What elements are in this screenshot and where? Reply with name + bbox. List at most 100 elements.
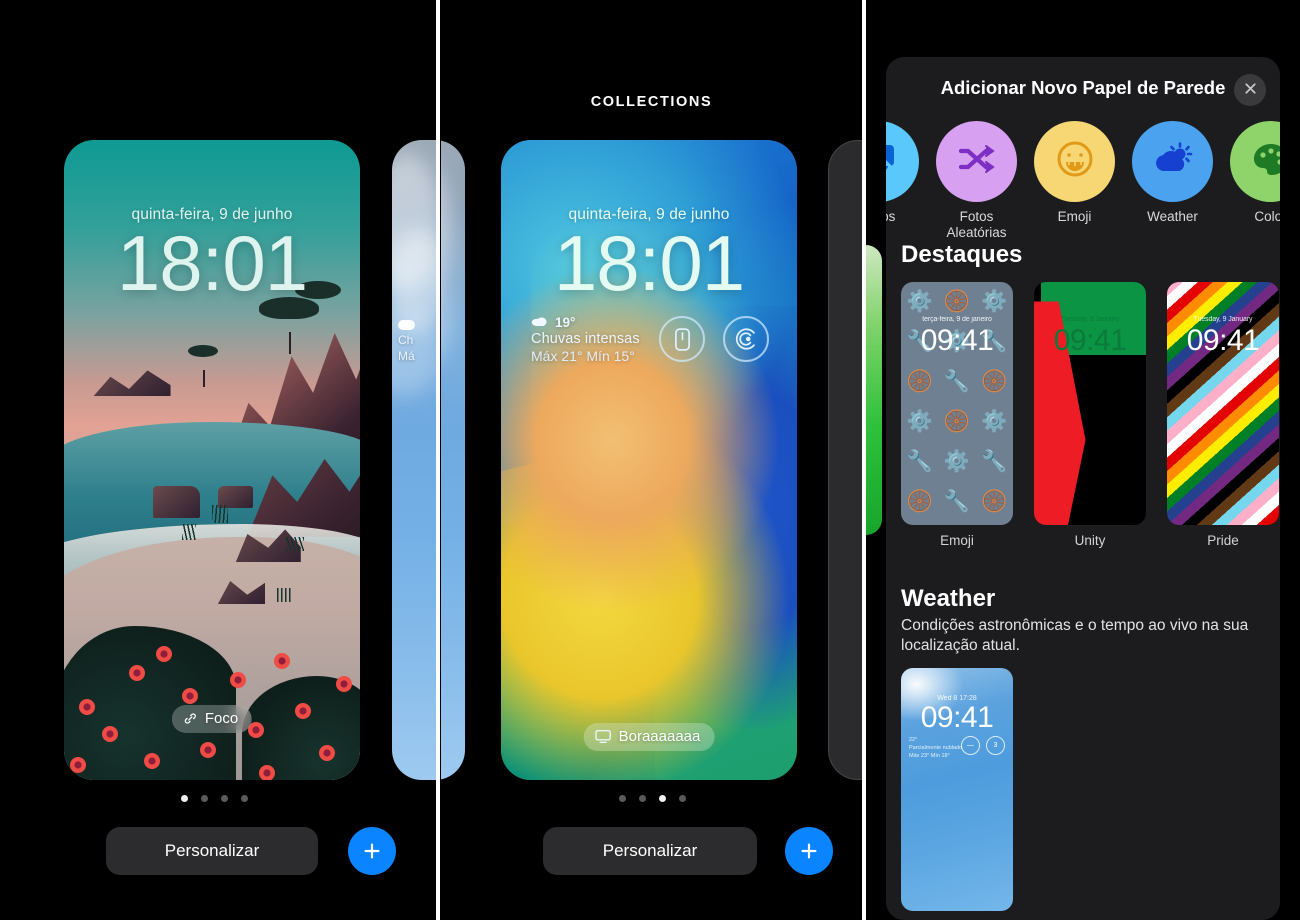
thumbnail-time: 09:41 — [1186, 324, 1260, 357]
close-button[interactable] — [1234, 74, 1266, 106]
thumbnail-date: terça-feira, 9 de janeiro — [922, 316, 992, 323]
page-dot[interactable] — [679, 795, 686, 802]
category-label: Color — [1254, 209, 1280, 224]
shuffle-icon — [956, 142, 998, 181]
sheet-title: Adicionar Novo Papel de Parede — [940, 77, 1226, 98]
lockscreen-card-coastal[interactable]: quinta-feira, 9 de junho 18:01 Foco — [64, 140, 360, 780]
category-label: Fotos — [886, 209, 896, 224]
lockscreen-widgets — [659, 316, 769, 362]
remote-icon[interactable] — [659, 316, 705, 362]
plus-icon — [361, 840, 383, 862]
sky-wallpaper-art — [392, 140, 437, 780]
add-wallpaper-button[interactable] — [348, 827, 396, 875]
thumbnail-date: Tuesday, 9 January — [1060, 316, 1120, 323]
category-row[interactable]: Fotos Fotos Aleatórias — [886, 121, 1280, 240]
weather-widget[interactable]: 19° Chuvas intensas Máx 21° Mín 15° — [531, 315, 640, 364]
weather-preview-circle-1[interactable]: — — [961, 735, 980, 755]
sleep-icon[interactable] — [723, 316, 769, 362]
customize-button[interactable]: Personalizar — [106, 827, 318, 875]
wallpaper-option-weather-preview[interactable]: Wed 8 17:28 09:41 22° Parcialmente nubla… — [901, 667, 1013, 911]
wallpaper-option-unity[interactable]: Tuesday, 9 January 09:41 Unity — [1034, 282, 1146, 548]
thumbnail-label: Pride — [1207, 533, 1239, 548]
panel-divider-2 — [862, 0, 866, 920]
focus-pill[interactable]: Foco — [171, 705, 253, 733]
weather-icon-circle — [1132, 121, 1213, 202]
section-title: Weather — [901, 585, 996, 612]
emoji-icon-circle — [1034, 121, 1115, 202]
thumbnail-preview[interactable]: Tuesday, 9 January 09:41 — [1034, 282, 1146, 525]
category-emoji[interactable]: Emoji — [1034, 121, 1115, 225]
page-dot[interactable] — [201, 795, 208, 802]
section-title: Destaques — [901, 241, 1023, 268]
weather-preview-info: 22° Parcialmente nublado Máx 23° Mín 18° — [909, 736, 962, 761]
thumbnail-label: Emoji — [940, 533, 974, 548]
photos-icon-circle — [886, 121, 919, 202]
add-wallpaper-button[interactable] — [785, 827, 833, 875]
lockscreen-time: 18:01 — [553, 219, 745, 307]
thumbnail-time: 09:41 — [920, 324, 994, 357]
weather-preview-range: Máx 23° Mín 18° — [909, 753, 950, 760]
page-dot[interactable] — [659, 795, 666, 802]
category-random-photos[interactable]: Fotos Aleatórias — [936, 121, 1017, 241]
page-dot[interactable] — [241, 795, 248, 802]
weather-preview-circle-2[interactable]: 3 — [986, 735, 1005, 755]
page-dot[interactable] — [181, 795, 188, 802]
wallpaper-peek-dark[interactable] — [828, 140, 862, 780]
wallpaper-option-emoji[interactable]: ⚙️🛞⚙️ 🔧⚙️🔧 🛞🔧🛞 ⚙️🛞⚙️ 🔧⚙️🔧 🛞🔧🛞 ⚙️🛞⚙️ terç… — [901, 282, 1013, 548]
wallpaper-option-pride[interactable]: Tuesday, 9 January 09:41 Pride — [1167, 282, 1279, 548]
wallpaper-peek-sky[interactable]: Ch Má — [392, 140, 437, 780]
peek-weather-line2: Má — [398, 349, 415, 364]
add-wallpaper-sheet: Adicionar Novo Papel de Parede s Fotos A… — [886, 57, 1280, 920]
link-icon — [183, 711, 198, 726]
screenshot-root: Ch Má quinta-feira, 9 de junho 18:01 Foc… — [0, 0, 1300, 920]
palette-icon-circle — [1230, 121, 1280, 202]
page-dot[interactable] — [221, 795, 228, 802]
peek-weather-line1: Ch — [398, 333, 414, 347]
lockscreen-card-swirl[interactable]: quinta-feira, 9 de junho 18:01 19° Chuva… — [501, 140, 797, 780]
flower-foreground — [64, 588, 360, 780]
customize-button[interactable]: Personalizar — [543, 827, 757, 875]
page-dots-middle[interactable] — [619, 795, 686, 802]
palette-icon — [1249, 139, 1280, 184]
wallpaper-peek-green — [866, 245, 882, 535]
section-destaques: Destaques ⚙️ 🛞 ⚙️ 🔧 ⚙️ 🔧 🛞 🔧 🛞 ⚙️ 🛞 ⚙️ 🔧 ⚙️ 🔧 🛞 🔧 🛞 — [901, 241, 1280, 548]
page-dots-left[interactable] — [181, 795, 248, 802]
thumbnail-date: Tuesday, 9 January — [1193, 316, 1253, 323]
panel-lockscreen-gallery-left: Ch Má quinta-feira, 9 de junho 18:01 Foc… — [0, 0, 437, 920]
collections-heading: COLLECTIONS — [590, 94, 713, 110]
page-dot[interactable] — [639, 795, 646, 802]
weather-preview-widgets: — 3 — [961, 735, 1005, 755]
weather-range: Máx 21° Mín 15° — [531, 348, 635, 364]
photos-icon — [886, 142, 899, 181]
emoji-icon — [1053, 137, 1097, 186]
weather-preview-temp: 22° — [909, 736, 918, 743]
thumbnail-time: 09:41 — [1053, 324, 1127, 357]
section-weather: Weather Condições astronômicas e o tempo… — [901, 585, 1271, 911]
category-weather[interactable]: Weather — [1132, 121, 1213, 225]
thumbnail-preview[interactable]: ⚙️🛞⚙️ 🔧⚙️🔧 🛞🔧🛞 ⚙️🛞⚙️ 🔧⚙️🔧 🛞🔧🛞 ⚙️🛞⚙️ terç… — [901, 282, 1013, 525]
thumbnail-row: ⚙️🛞⚙️ 🔧⚙️🔧 🛞🔧🛞 ⚙️🛞⚙️ 🔧⚙️🔧 🛞🔧🛞 ⚙️🛞⚙️ terç… — [901, 282, 1280, 548]
close-icon — [1243, 81, 1258, 99]
thumbnail-preview[interactable]: Tuesday, 9 January 09:41 — [1167, 282, 1279, 525]
display-pill[interactable]: Boraaaaaaa — [583, 723, 715, 751]
display-pill-label: Boraaaaaaa — [618, 728, 701, 745]
wallpaper-peek-sky-left[interactable] — [441, 140, 465, 780]
panel-add-wallpaper-sheet: Adicionar Novo Papel de Parede s Fotos A… — [866, 0, 1300, 920]
weather-condition: Chuvas intensas — [531, 331, 640, 347]
sky-wallpaper-art-2 — [441, 140, 465, 780]
sheet-header: Adicionar Novo Papel de Parede — [886, 57, 1280, 121]
category-label: Fotos Aleatórias — [946, 209, 1007, 240]
page-dot[interactable] — [619, 795, 626, 802]
weather-preview-condition: Parcialmente nublado — [909, 745, 963, 752]
category-color[interactable]: Color — [1230, 121, 1280, 225]
panel-divider-1 — [436, 0, 440, 920]
weather-preview-time: 09:41 — [920, 700, 994, 734]
section-subtitle: Condições astronômicas e o tempo ao vivo… — [901, 617, 1249, 655]
category-label: Emoji — [1057, 209, 1092, 224]
display-icon — [595, 729, 612, 744]
thumbnail-label: Unity — [1074, 533, 1106, 548]
category-label: Weather — [1147, 209, 1198, 224]
plus-icon — [798, 840, 820, 862]
category-photos[interactable]: Fotos — [886, 121, 919, 225]
focus-pill-label: Foco — [204, 710, 239, 727]
